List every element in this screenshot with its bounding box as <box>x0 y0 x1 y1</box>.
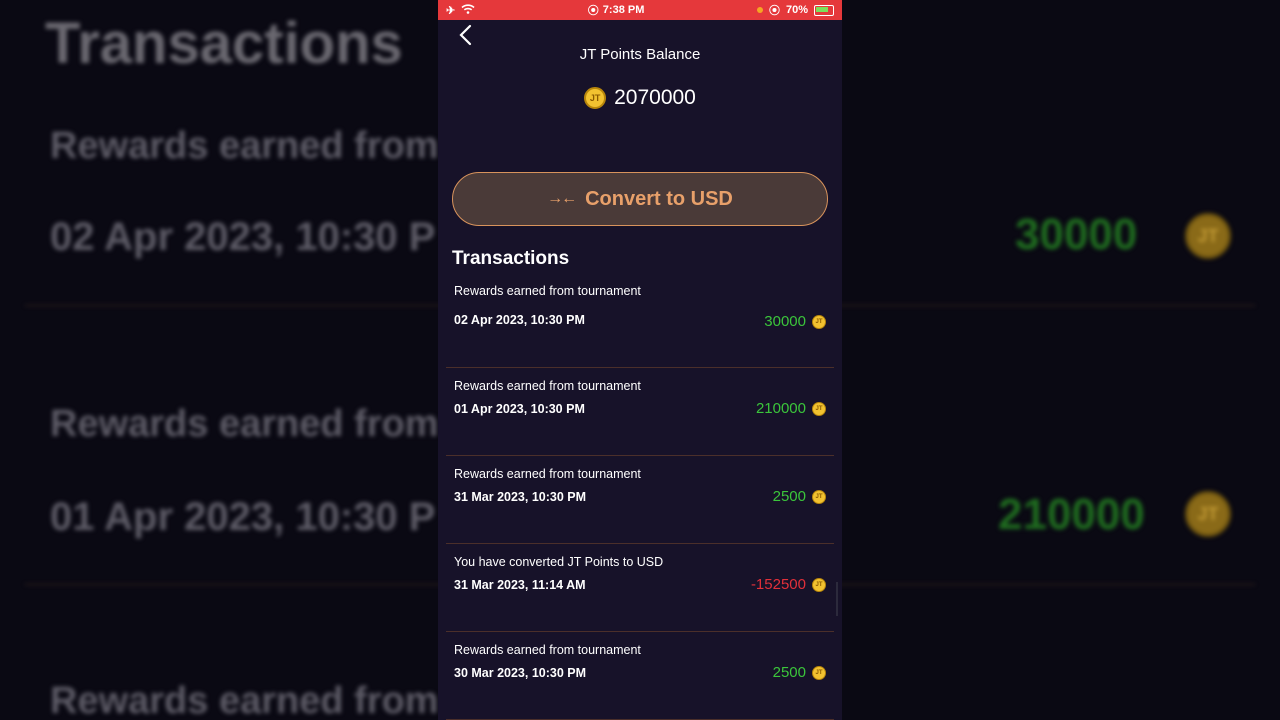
transaction-row[interactable]: Rewards earned from tournament 30 Mar 20… <box>446 632 834 720</box>
transaction-date: 02 Apr 2023, 10:30 PM <box>454 313 585 327</box>
transaction-desc: Rewards earned from tournament <box>454 643 641 657</box>
transaction-row[interactable]: Rewards earned from tournament 02 Apr 20… <box>446 280 834 368</box>
convert-button-label: Convert to USD <box>585 187 733 210</box>
convert-to-usd-button[interactable]: →← Convert to USD <box>452 172 828 226</box>
bg-row-amount: 210000 <box>998 490 1145 539</box>
transaction-desc: Rewards earned from tournament <box>454 467 641 481</box>
balance-value: 2070000 <box>614 86 696 109</box>
jt-coin-icon: JT <box>812 665 826 680</box>
scrollbar[interactable] <box>836 582 838 616</box>
jt-coin-icon: JT <box>584 87 607 109</box>
jt-coin-icon: JT <box>812 577 826 592</box>
transaction-desc: Rewards earned from tournament <box>454 284 641 298</box>
bg-row-date: 02 Apr 2023, 10:30 P <box>50 215 436 259</box>
status-left: ✈ <box>446 3 475 17</box>
transaction-date: 31 Mar 2023, 10:30 PM <box>454 490 587 504</box>
transaction-desc: You have converted JT Points to USD <box>454 555 664 569</box>
bg-row-date: 01 Apr 2023, 10:30 P <box>50 495 436 539</box>
transaction-row[interactable]: Rewards earned from tournament 01 Apr 20… <box>446 368 834 456</box>
transaction-amount-value: 210000 <box>755 400 806 417</box>
bg-row-desc: Rewards earned from <box>50 403 439 445</box>
battery-percent: 70% <box>785 4 808 16</box>
transaction-date: 30 Mar 2023, 10:30 PM <box>454 666 587 680</box>
bg-coin-icon: JT <box>1185 213 1231 259</box>
transaction-date: 31 Mar 2023, 11:14 AM <box>454 578 586 592</box>
bg-coin-icon: JT <box>1185 491 1231 537</box>
jt-coin-icon: JT <box>812 314 826 329</box>
record-icon: ⦿ <box>587 5 599 17</box>
transaction-amount: 30000 JT <box>764 313 826 330</box>
transaction-amount-value: 2500 <box>772 664 806 681</box>
airplane-icon: ✈ <box>446 4 456 17</box>
bg-row-desc: Rewards earned from <box>50 125 439 167</box>
transaction-desc: Rewards earned from tournament <box>454 379 641 393</box>
status-bar: ✈ ⦿ 7:38 PM ⦿ 70% <box>438 0 842 20</box>
status-center: ⦿ 7:38 PM <box>588 2 645 18</box>
transaction-amount: 2500 JT <box>773 664 826 681</box>
transaction-amount-value: 30000 <box>764 313 806 330</box>
transaction-row[interactable]: Rewards earned from tournament 31 Mar 20… <box>446 456 834 544</box>
balance-title: JT Points Balance <box>579 46 701 63</box>
convert-arrows-icon: →← <box>547 190 577 207</box>
jt-coin-icon: JT <box>812 489 826 504</box>
bg-row-amount: 30000 <box>1015 210 1138 259</box>
status-time: 7:38 PM <box>602 4 645 16</box>
back-button[interactable] <box>458 24 478 46</box>
transaction-amount: 210000 JT <box>756 400 826 417</box>
transactions-title: Transactions <box>452 248 570 269</box>
status-right: ⦿ 70% <box>756 2 834 18</box>
wifi-icon <box>461 3 475 17</box>
bg-title: Transactions <box>45 11 403 76</box>
transaction-amount-value: 2500 <box>772 488 806 505</box>
bg-row-desc: Rewards earned from <box>50 680 439 720</box>
balance-row: JT 2070000 <box>438 86 842 110</box>
phone-screen: ✈ ⦿ 7:38 PM ⦿ 70% JT Points Balance JT 2… <box>438 0 842 720</box>
mic-indicator-icon <box>756 7 763 13</box>
transaction-amount: 2500 JT <box>773 488 826 505</box>
jt-coin-icon: JT <box>812 401 826 416</box>
transaction-amount-value: -152500 <box>750 576 806 593</box>
transaction-date: 01 Apr 2023, 10:30 PM <box>454 402 585 416</box>
transaction-amount: -152500 JT <box>751 576 826 593</box>
transactions-list[interactable]: Rewards earned from tournament 02 Apr 20… <box>446 280 834 720</box>
battery-icon <box>813 4 834 16</box>
transaction-row[interactable]: You have converted JT Points to USD 31 M… <box>446 544 834 632</box>
chevron-left-icon <box>459 24 472 46</box>
orientation-lock-icon: ⦿ <box>768 5 780 17</box>
